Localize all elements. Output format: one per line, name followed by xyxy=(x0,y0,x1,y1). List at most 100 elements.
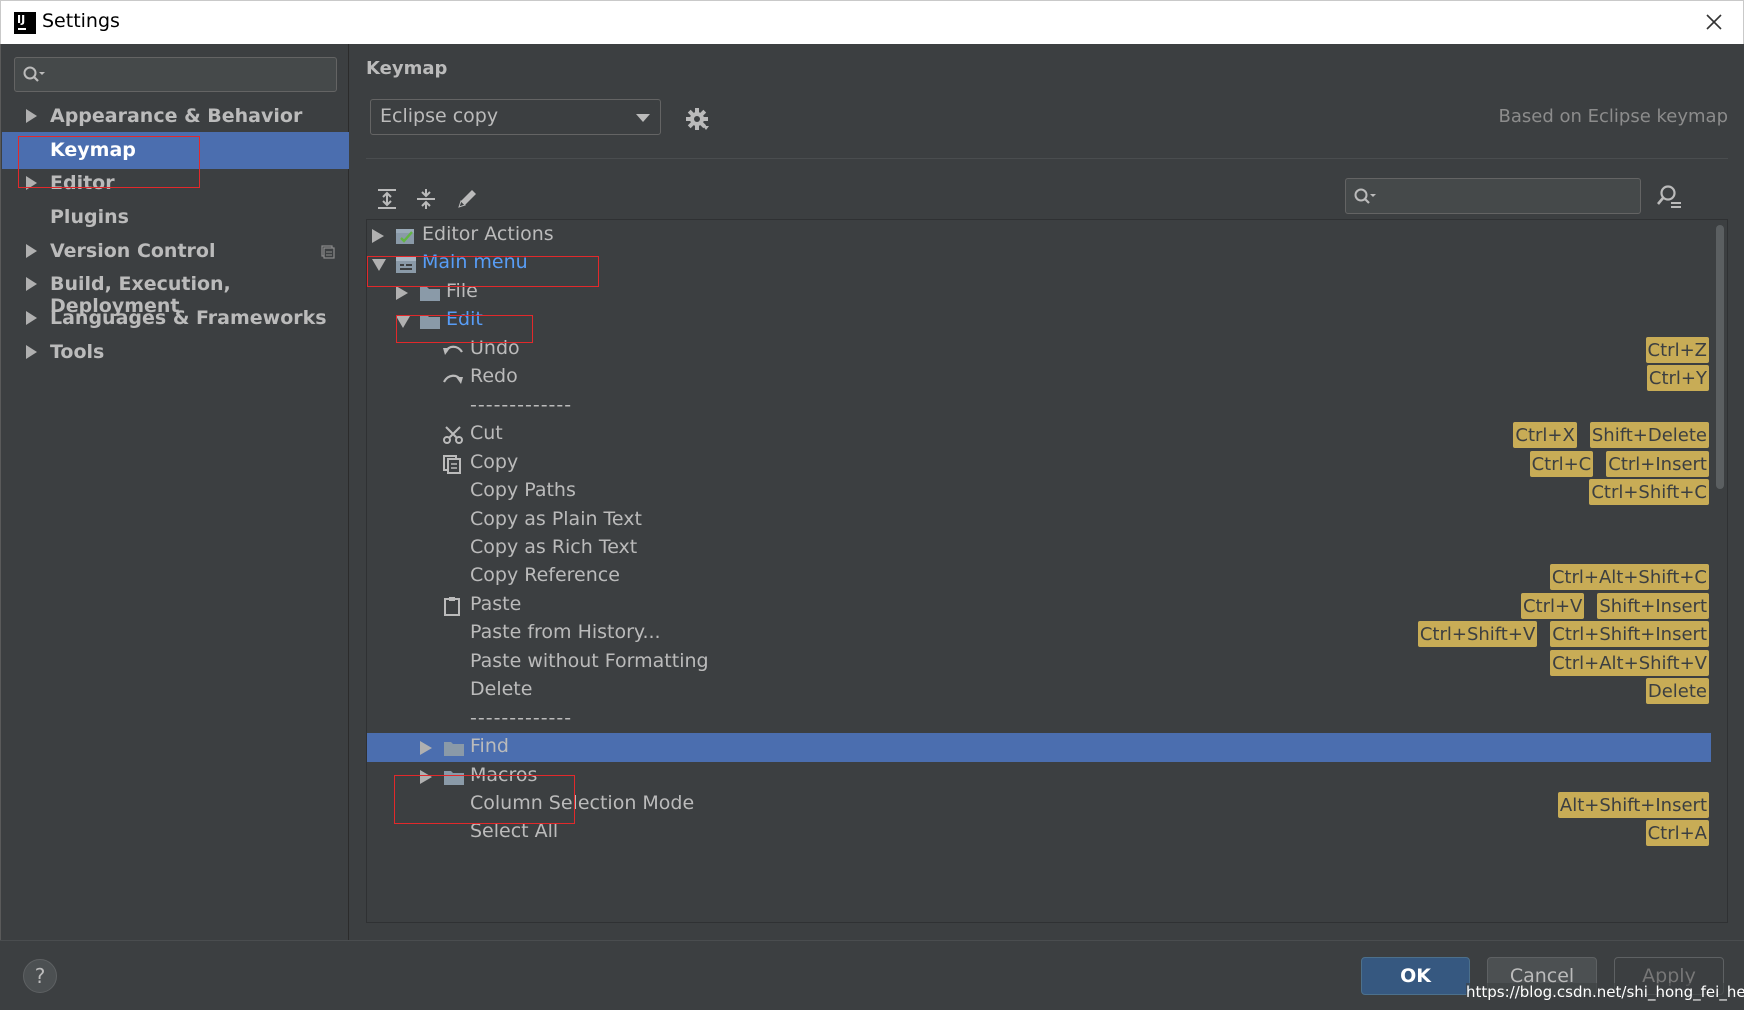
window-title: Settings xyxy=(42,10,120,32)
tree-row-label: Paste from History... xyxy=(470,621,661,644)
tree-row-copy-as-rich-text[interactable]: Copy as Rich Text xyxy=(367,534,1711,563)
chevron-down-icon[interactable] xyxy=(372,259,386,272)
chevron-right-icon[interactable] xyxy=(420,769,432,784)
search-icon xyxy=(23,66,45,82)
shortcut-list: Ctrl+Y xyxy=(1646,365,1709,392)
sidebar-item-plugins[interactable]: Plugins xyxy=(2,199,349,236)
sidebar-item-label: Tools xyxy=(50,341,105,363)
tree-row-label: Column Selection Mode xyxy=(470,792,695,814)
keymap-select-value: Eclipse copy xyxy=(380,105,499,127)
chevron-right-icon[interactable] xyxy=(26,244,37,258)
tree-row-label: Cut xyxy=(470,422,503,445)
tree-row-label: Macros xyxy=(470,763,538,786)
shortcut-badge: Ctrl+Shift+V xyxy=(1417,621,1538,648)
sidebar-item-tools[interactable]: Tools xyxy=(2,334,349,371)
expand-all-icon[interactable] xyxy=(374,186,400,212)
help-button[interactable]: ? xyxy=(23,959,57,993)
tree-scrollbar[interactable] xyxy=(1713,220,1727,922)
chevron-down-icon[interactable] xyxy=(396,316,410,329)
shortcut-list: Ctrl+Z xyxy=(1645,336,1709,363)
tree-row-file[interactable]: File xyxy=(367,278,1711,307)
shortcut-search-input[interactable] xyxy=(1345,178,1641,214)
shortcut-list: Ctrl+C Ctrl+Insert xyxy=(1529,450,1709,477)
tree-row-label: Paste xyxy=(470,592,522,615)
shortcut-badge: Shift+Delete xyxy=(1589,422,1709,449)
tree-row-editor-actions[interactable]: Editor Actions xyxy=(367,221,1711,250)
chevron-right-icon[interactable] xyxy=(26,109,37,123)
tree-row-paste[interactable]: Paste Ctrl+V Shift+Insert xyxy=(367,591,1711,620)
chevron-right-icon[interactable] xyxy=(26,311,37,325)
tree-row-label: Copy Paths xyxy=(470,479,576,502)
tree-row-paste-from-history[interactable]: Paste from History... Ctrl+Shift+V Ctrl+Sh… xyxy=(367,619,1711,648)
shortcut-badge: Ctrl+C xyxy=(1529,450,1594,477)
tree-row-label: Editor Actions xyxy=(422,223,554,245)
shortcut-list: Ctrl+Shift+C xyxy=(1589,479,1709,506)
divider xyxy=(366,158,1728,159)
scrollbar-thumb[interactable] xyxy=(1716,225,1724,489)
sidebar-item-languages-frameworks[interactable]: Languages & Frameworks xyxy=(2,300,349,337)
shortcut-badge: Ctrl+V xyxy=(1520,592,1585,619)
separator-label: ------------- xyxy=(470,393,573,416)
chevron-down-icon xyxy=(636,114,650,122)
chevron-right-icon[interactable] xyxy=(372,229,384,243)
tree-row-copy-reference[interactable]: Copy Reference Ctrl+Alt+Shift+C xyxy=(367,562,1711,591)
tree-row-redo[interactable]: Redo Ctrl+Y xyxy=(367,363,1711,392)
find-actions-by-shortcut-icon[interactable] xyxy=(1655,183,1683,211)
tree-row-label: Copy as Plain Text xyxy=(470,507,642,530)
collapse-all-icon[interactable] xyxy=(413,186,439,212)
folder-icon xyxy=(444,742,464,757)
tree-row-label: Find xyxy=(470,735,509,758)
sidebar-item-keymap[interactable]: Keymap xyxy=(2,132,349,169)
tree-row-copy[interactable]: Copy Ctrl+C Ctrl+Insert xyxy=(367,449,1711,478)
sidebar-item-build-execution-deployment[interactable]: Build, Execution, Deployment xyxy=(2,266,349,317)
sidebar-item-version-control[interactable]: Version Control xyxy=(2,233,349,270)
ok-button[interactable]: OK xyxy=(1361,957,1470,995)
shortcut-list: Ctrl+Alt+Shift+V xyxy=(1550,649,1709,676)
sidebar-item-editor[interactable]: Editor xyxy=(2,165,349,202)
chevron-right-icon[interactable] xyxy=(26,176,37,190)
tree-separator: ------------- xyxy=(367,392,1711,421)
tree-row-main-menu[interactable]: Main menu xyxy=(367,249,1711,278)
close-icon[interactable] xyxy=(1699,7,1729,37)
tree-row-label: Undo xyxy=(470,336,520,359)
shortcut-list: Delete xyxy=(1645,678,1709,705)
edit-pencil-icon[interactable] xyxy=(454,186,480,212)
sidebar-item-appearance-behavior[interactable]: Appearance & Behavior xyxy=(2,98,349,135)
sidebar-item-label: Keymap xyxy=(50,139,136,161)
tree-row-delete[interactable]: Delete Delete xyxy=(367,676,1711,705)
tree-row-label: Select All xyxy=(470,820,559,843)
chevron-right-icon[interactable] xyxy=(396,285,408,300)
shortcut-badge: Ctrl+A xyxy=(1645,820,1709,847)
gear-icon[interactable] xyxy=(684,106,710,132)
keymap-panel: Keymap Eclipse copy Based on Eclipse key… xyxy=(350,44,1744,940)
tree-row-column-selection-mode[interactable]: Column Selection Mode Alt+Shift+Insert xyxy=(367,790,1711,819)
tree-row-select-all[interactable]: Select All Ctrl+A xyxy=(367,818,1711,847)
shortcut-list: Ctrl+A xyxy=(1645,820,1709,847)
tree-row-undo[interactable]: Undo Ctrl+Z xyxy=(367,335,1711,364)
separator-label: ------------- xyxy=(470,706,573,729)
main-menu-icon xyxy=(396,257,416,274)
tree-row-copy-as-plain-text[interactable]: Copy as Plain Text xyxy=(367,506,1711,535)
tree-row-label: Copy Reference xyxy=(470,564,620,587)
editor-actions-icon xyxy=(396,229,414,244)
tree-row-find[interactable]: Find xyxy=(367,733,1711,762)
chevron-right-icon[interactable] xyxy=(26,345,37,359)
tree-row-cut[interactable]: Cut Ctrl+X Shift+Delete xyxy=(367,420,1711,449)
tree-row-label: File xyxy=(446,279,478,302)
title-bar: Settings xyxy=(0,0,1744,44)
chevron-right-icon[interactable] xyxy=(26,277,37,291)
keymap-select[interactable]: Eclipse copy xyxy=(370,99,661,135)
tree-row-copy-paths[interactable]: Copy Paths Ctrl+Shift+C xyxy=(367,477,1711,506)
tree-row-edit[interactable]: Edit xyxy=(367,306,1711,335)
redo-icon xyxy=(443,374,463,385)
undo-icon xyxy=(443,345,463,355)
shortcut-badge: Ctrl+Y xyxy=(1646,365,1709,392)
copy-icon xyxy=(443,454,461,474)
tree-row-paste-without-formatting[interactable]: Paste without Formatting Ctrl+Alt+Shift+V xyxy=(367,648,1711,677)
search-icon xyxy=(1354,188,1376,204)
sidebar-search-input[interactable] xyxy=(14,57,337,92)
tree-row-macros[interactable]: Macros xyxy=(367,762,1711,791)
folder-icon xyxy=(420,286,440,301)
sidebar-item-label: Appearance & Behavior xyxy=(50,105,303,127)
chevron-right-icon[interactable] xyxy=(420,741,432,756)
